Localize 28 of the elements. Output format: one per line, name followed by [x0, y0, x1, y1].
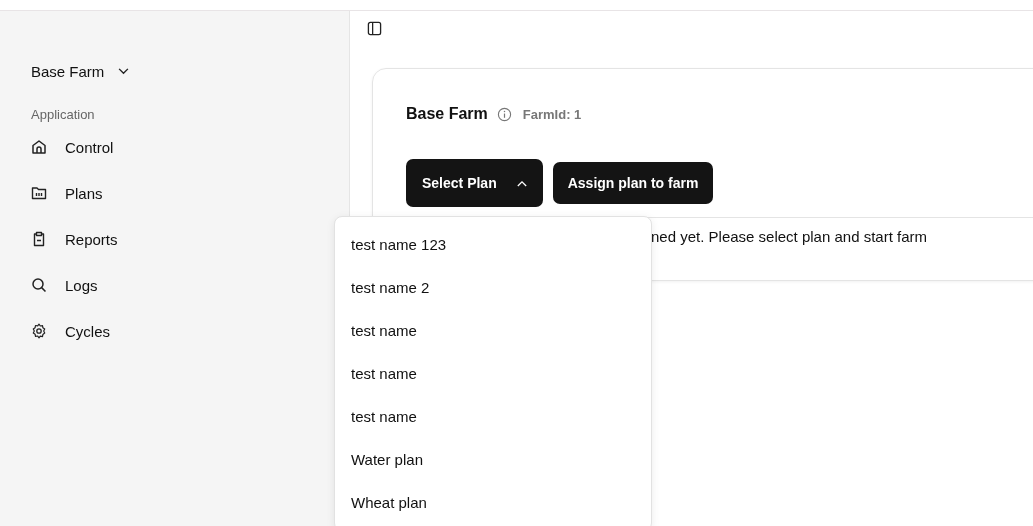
search-icon: [31, 277, 47, 293]
plan-option[interactable]: Wheat plan: [335, 481, 643, 524]
sidebar-toggle-icon[interactable]: [367, 21, 382, 36]
nav-item[interactable]: Logs: [31, 274, 98, 296]
plan-option[interactable]: test name 2: [335, 266, 643, 309]
home-icon: [31, 139, 47, 155]
plan-option[interactable]: test name: [335, 352, 643, 395]
farm-title: Base Farm: [406, 105, 488, 123]
clipboard-icon: [31, 231, 47, 247]
nav-item[interactable]: Reports: [31, 228, 118, 250]
section-label: Application: [31, 107, 96, 122]
nav-item[interactable]: Control: [31, 136, 114, 158]
message-text: ned yet. Please select plan and start farm: [651, 228, 927, 245]
plan-option[interactable]: Water plan: [335, 438, 643, 481]
plan-option[interactable]: test name: [335, 395, 643, 438]
chevron-up-icon: [516, 179, 527, 187]
assign-plan-button[interactable]: Assign plan to farm: [552, 162, 714, 204]
chevron-down-icon: [118, 67, 130, 75]
farm-id: FarmId: 1: [522, 106, 582, 122]
gear-icon: [31, 323, 47, 339]
farm-switcher[interactable]: Base Farm: [31, 60, 130, 82]
nav-item[interactable]: Plans: [31, 182, 103, 204]
plan-option[interactable]: test name 123: [335, 223, 643, 266]
folder-icon: [31, 185, 47, 201]
info-icon[interactable]: [496, 106, 512, 122]
plan-option[interactable]: test name: [335, 309, 643, 352]
nav-item[interactable]: Cycles: [31, 320, 110, 342]
select-plan-button[interactable]: Select Plan: [406, 159, 543, 207]
